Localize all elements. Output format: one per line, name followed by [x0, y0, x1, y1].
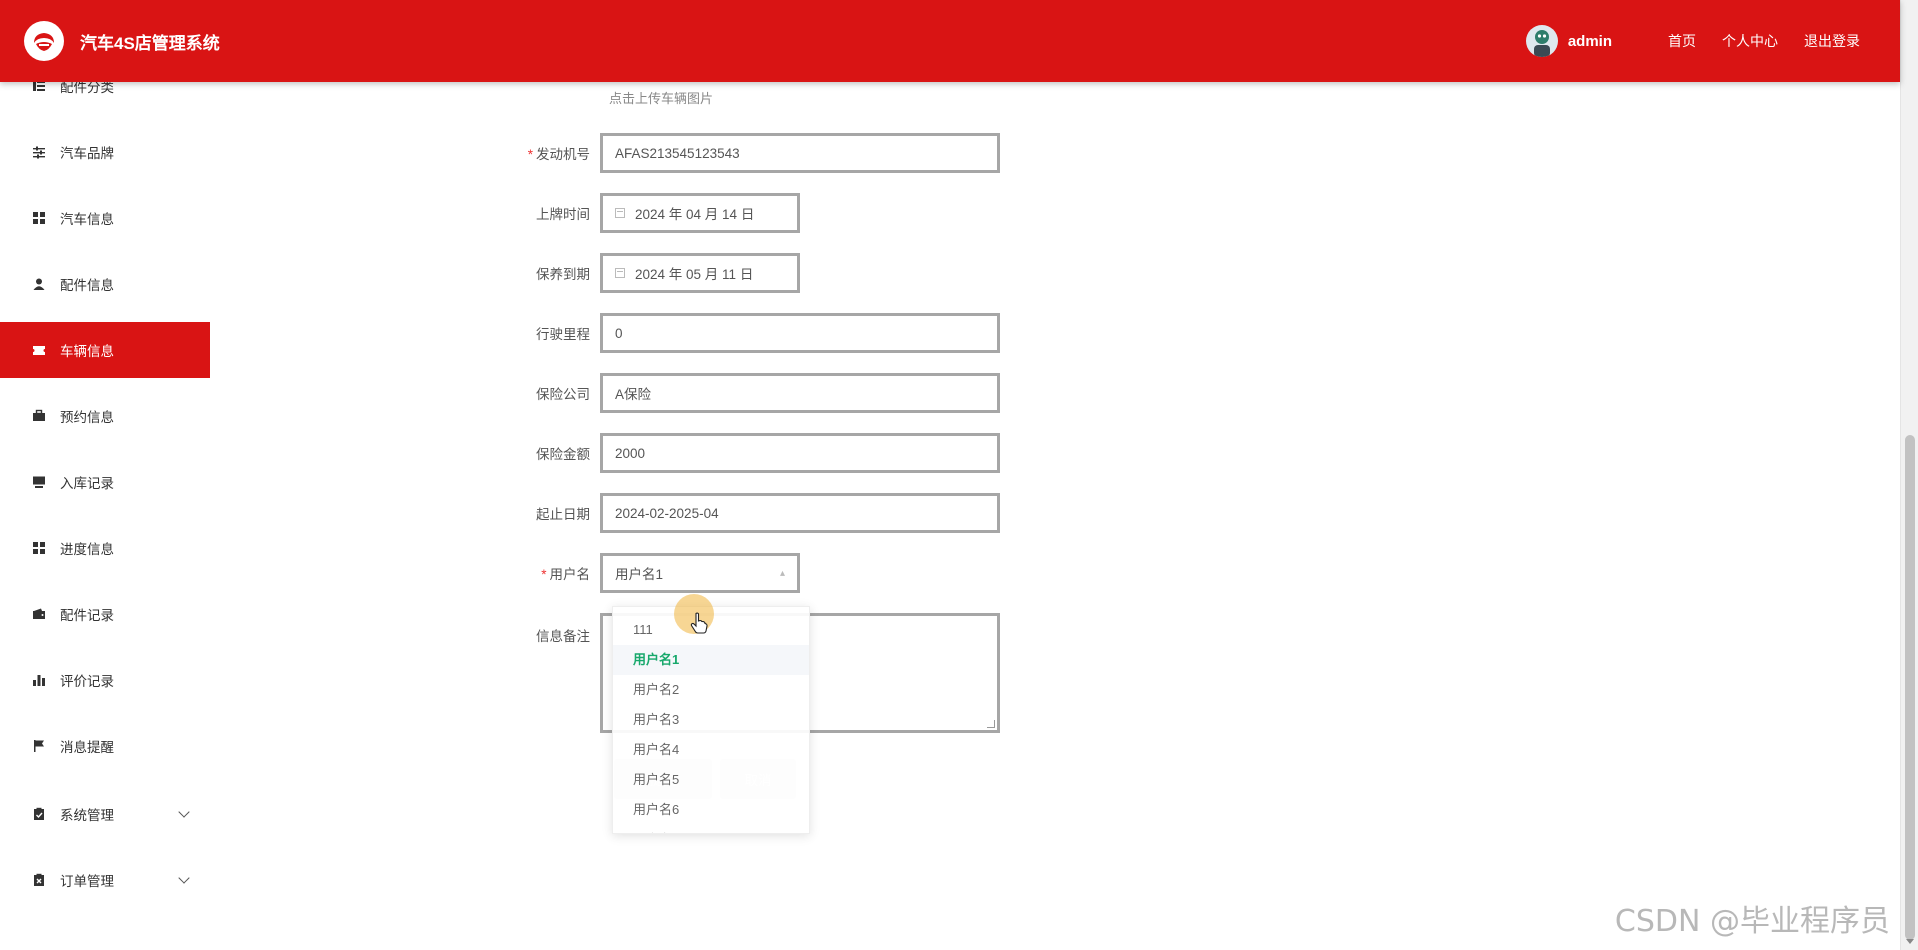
calendar-icon	[615, 208, 625, 218]
plate-date-picker[interactable]: 2024 年 04 月 14 日	[600, 193, 800, 233]
flag-icon	[32, 739, 46, 753]
chevron-down-icon[interactable]	[178, 872, 190, 884]
dropdown-option[interactable]: 用户名3	[613, 705, 809, 735]
sidebar-item-review-records[interactable]: 评价记录	[0, 652, 210, 708]
top-header: 汽车4S店管理系统 admin 首页 个人中心 退出登录	[0, 0, 1900, 82]
insurer-row: 保险公司 A保险	[480, 373, 1000, 413]
sidebar-item-appointment-info[interactable]: 预约信息	[0, 388, 210, 444]
maintenance-due-value: 2024 年 05 月 11 日	[635, 267, 754, 282]
sidebar-item-parts-info[interactable]: 配件信息	[0, 256, 210, 312]
briefcase-icon	[32, 409, 46, 423]
username-label[interactable]: admin	[1568, 33, 1612, 50]
sidebar-item-car-info[interactable]: 汽车信息	[0, 190, 210, 246]
watermark: CSDN @毕业程序员	[1614, 904, 1890, 939]
vertical-scrollbar[interactable]	[1900, 0, 1918, 950]
engine-no-row: * 发动机号 AFAS213545123543	[480, 133, 1000, 173]
sidebar-item-label: 评价记录	[60, 674, 114, 689]
clipboard-x-icon	[32, 873, 46, 887]
scroll-down-arrow-icon[interactable]	[1906, 939, 1914, 944]
user-icon	[32, 277, 46, 291]
grid-icon	[32, 541, 46, 555]
car-logo-icon	[34, 33, 54, 51]
avatar[interactable]	[1525, 25, 1558, 57]
sidebar-item-progress-info[interactable]: 进度信息	[0, 520, 210, 576]
period-row: 起止日期 2024-02-2025-04	[480, 493, 1000, 533]
sidebar-item-label: 订单管理	[60, 874, 114, 889]
scrollbar-thumb[interactable]	[1905, 435, 1915, 940]
maintenance-due-label: 保养到期	[536, 267, 590, 282]
username-field-label: 用户名	[549, 567, 591, 582]
insured-amount-row: 保险金额 2000	[480, 433, 1000, 473]
sidebar-item-label: 预约信息	[60, 410, 114, 425]
upload-hint[interactable]: 点击上传车辆图片	[609, 88, 713, 107]
grid-icon	[32, 211, 46, 225]
hand-cursor-icon	[690, 612, 708, 637]
profile-link[interactable]: 个人中心	[1722, 31, 1778, 51]
dropdown-option[interactable]: 用户名4	[613, 735, 809, 765]
sidebar: 配件分类 汽车品牌 汽车信息 配件信息 车辆信息 预约信息 入库记录 进度信息 …	[0, 0, 210, 950]
sidebar-item-car-brand[interactable]: 汽车品牌	[0, 124, 210, 180]
username-select[interactable]: 用户名1 ▴	[600, 553, 800, 593]
resize-handle[interactable]	[987, 720, 995, 728]
sidebar-item-system-management[interactable]: 系统管理	[0, 786, 210, 842]
wallet-icon	[32, 607, 46, 621]
sliders-icon	[32, 145, 46, 159]
dropdown-option[interactable]: 用户名6	[613, 795, 809, 825]
engine-no-input[interactable]: AFAS213545123543	[600, 133, 1000, 173]
maintenance-due-row: 保养到期 2024 年 05 月 11 日	[480, 253, 800, 293]
plate-date-label: 上牌时间	[536, 207, 590, 222]
sidebar-item-inbound-records[interactable]: 入库记录	[0, 454, 210, 510]
username-select-value: 用户名1	[615, 567, 664, 582]
sidebar-item-label: 入库记录	[60, 476, 114, 491]
mileage-row: 行驶里程 0	[480, 313, 1000, 353]
sidebar-item-label: 汽车信息	[60, 212, 114, 227]
monitor-icon	[32, 475, 46, 489]
sidebar-item-label: 进度信息	[60, 542, 114, 557]
app-logo	[24, 21, 64, 61]
mileage-label: 行驶里程	[536, 327, 590, 342]
insured-amount-label: 保险金额	[536, 447, 590, 462]
period-input[interactable]: 2024-02-2025-04	[600, 493, 1000, 533]
sidebar-item-label: 配件信息	[60, 278, 114, 293]
plate-date-value: 2024 年 04 月 14 日	[635, 207, 755, 222]
calendar-icon	[615, 268, 625, 278]
sidebar-item-label: 车辆信息	[60, 344, 114, 359]
sidebar-item-label: 汽车品牌	[60, 146, 114, 161]
app-title: 汽车4S店管理系统	[80, 33, 220, 53]
sidebar-item-label: 系统管理	[60, 808, 114, 823]
dropdown-option[interactable]: 用户名7	[613, 825, 809, 833]
clipboard-icon	[32, 807, 46, 821]
period-label: 起止日期	[536, 507, 590, 522]
ticket-icon	[32, 343, 46, 357]
plate-date-row: 上牌时间 2024 年 04 月 14 日	[480, 193, 800, 233]
sidebar-item-vehicle-info[interactable]: 车辆信息	[0, 322, 210, 378]
remark-label: 信息备注	[536, 629, 590, 644]
sidebar-item-label: 消息提醒	[60, 740, 114, 755]
mileage-input[interactable]: 0	[600, 313, 1000, 353]
maintenance-due-picker[interactable]: 2024 年 05 月 11 日	[600, 253, 800, 293]
sidebar-item-message-reminder[interactable]: 消息提醒	[0, 718, 210, 774]
engine-no-label: 发动机号	[536, 147, 590, 162]
chevron-up-icon: ▴	[779, 568, 785, 579]
dropdown-option[interactable]: 用户名5	[613, 765, 809, 795]
dropdown-option[interactable]: 用户名2	[613, 675, 809, 705]
sidebar-item-parts-records[interactable]: 配件记录	[0, 586, 210, 642]
sidebar-item-label: 配件记录	[60, 608, 114, 623]
username-row: * 用户名 用户名1 ▴	[480, 553, 800, 593]
sidebar-item-order-management[interactable]: 订单管理	[0, 852, 210, 908]
home-link[interactable]: 首页	[1668, 31, 1696, 51]
insurer-label: 保险公司	[536, 387, 590, 402]
dropdown-option-selected[interactable]: 用户名1	[613, 645, 809, 675]
bar-chart-icon	[32, 673, 46, 687]
insurer-input[interactable]: A保险	[600, 373, 1000, 413]
insured-amount-input[interactable]: 2000	[600, 433, 1000, 473]
chevron-down-icon[interactable]	[178, 806, 190, 818]
logout-link[interactable]: 退出登录	[1804, 31, 1860, 51]
username-dropdown: 111 用户名1 用户名2 用户名3 用户名4 用户名5 用户名6 用户名7	[612, 606, 810, 834]
